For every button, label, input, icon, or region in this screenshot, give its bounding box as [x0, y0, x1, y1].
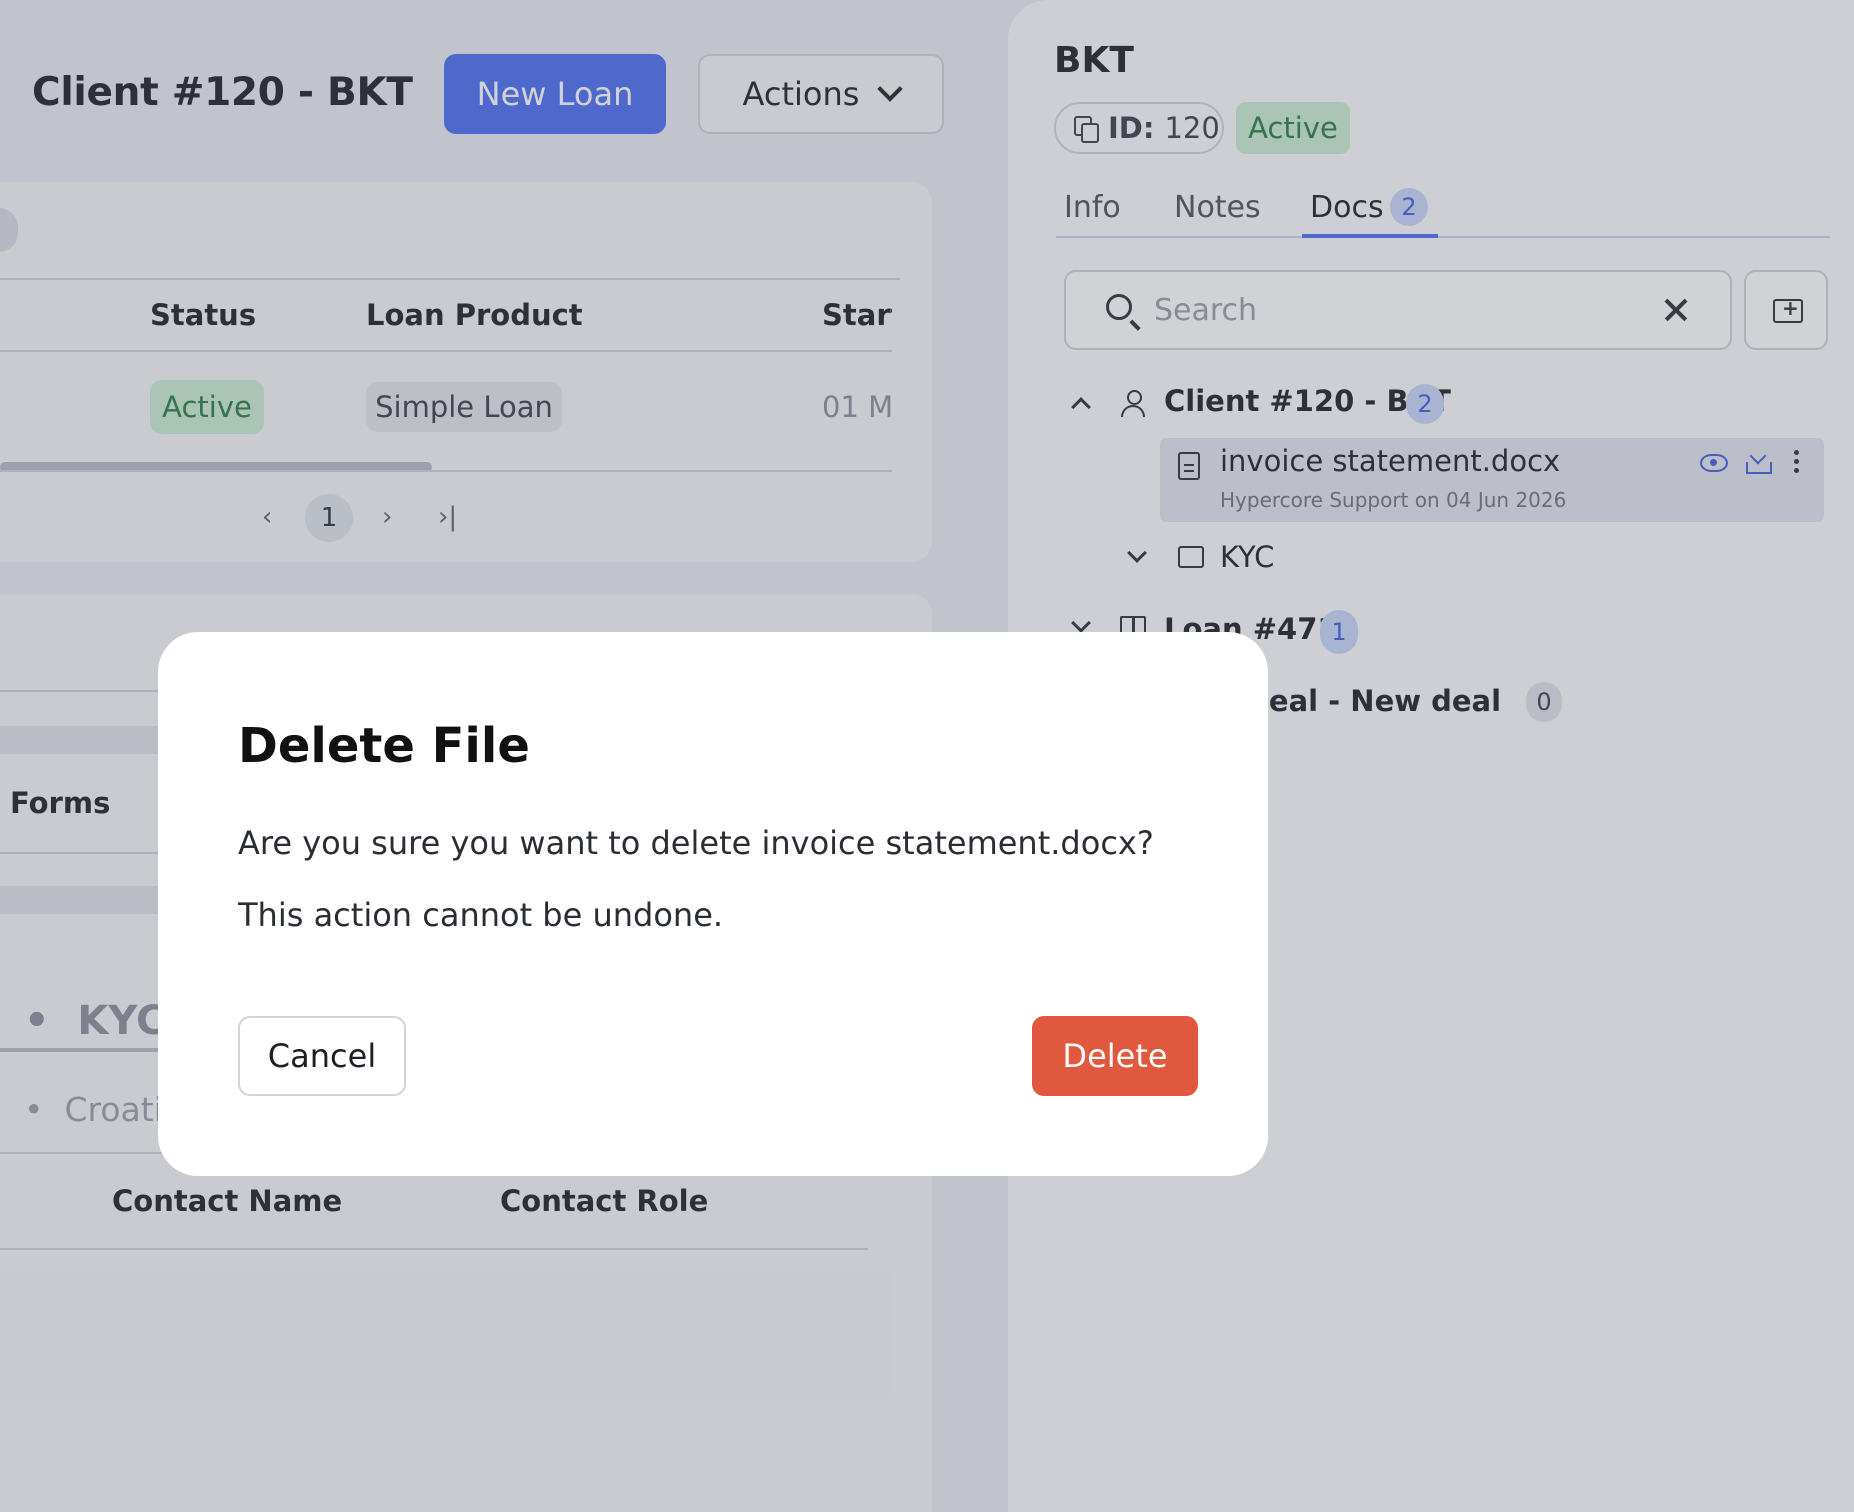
- dialog-message: Are you sure you want to delete invoice …: [238, 824, 1154, 862]
- dialog-warning: This action cannot be undone.: [238, 896, 724, 934]
- dialog-title: Delete File: [238, 718, 530, 774]
- delete-button[interactable]: Delete: [1032, 1016, 1198, 1096]
- delete-file-dialog: Delete File Are you sure you want to del…: [158, 632, 1268, 1176]
- cancel-button[interactable]: Cancel: [238, 1016, 406, 1096]
